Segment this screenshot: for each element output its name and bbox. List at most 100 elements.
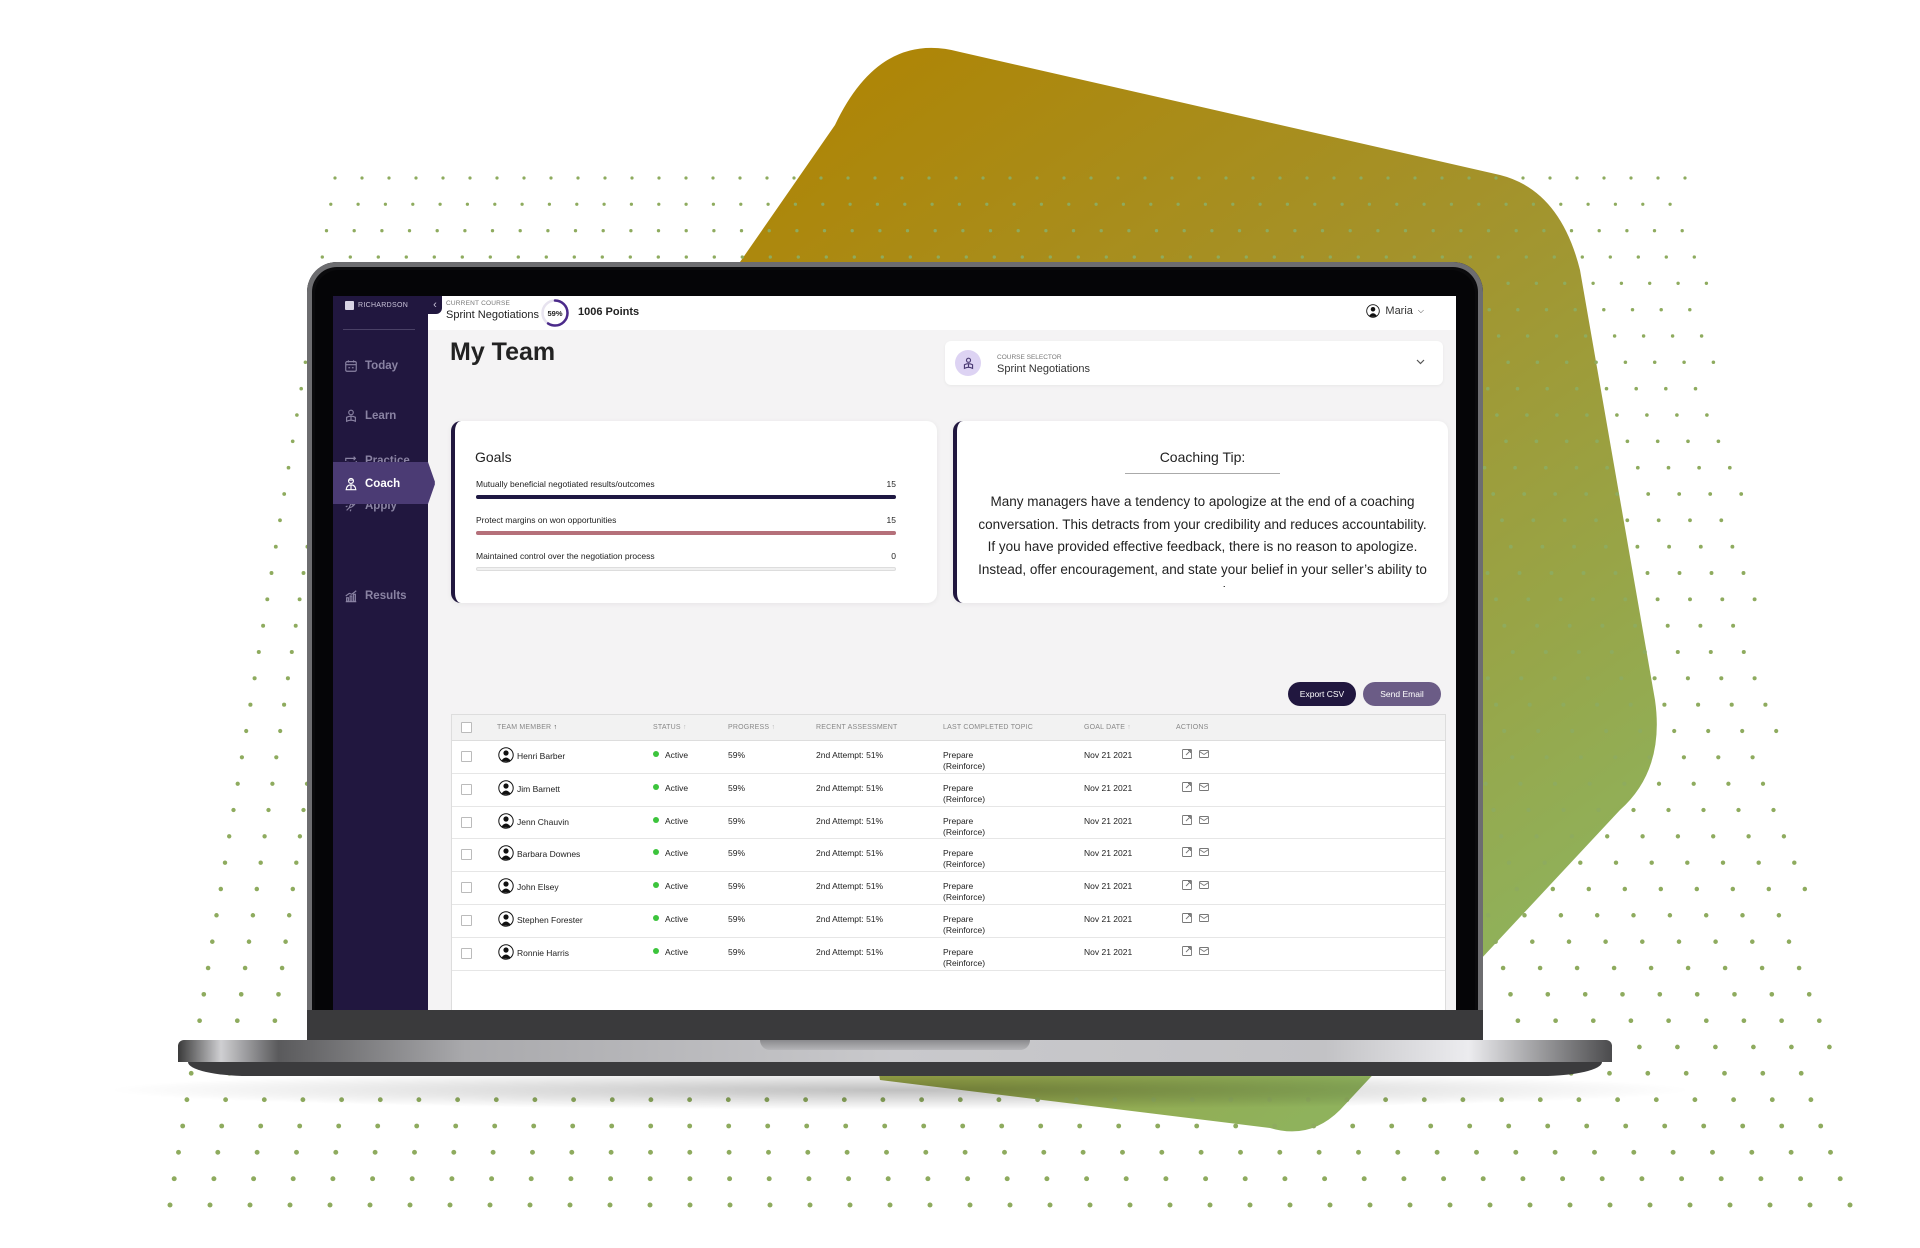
grid-dot [286,465,291,470]
chart-icon [345,590,357,603]
column-header-goal-date[interactable]: GOAL DATE ↑ [1084,724,1131,731]
grid-dot [1552,255,1556,259]
grid-dot [1594,518,1598,523]
grid-dot [573,229,578,233]
open-external-icon[interactable] [1181,846,1193,858]
grid-dot [1047,1202,1053,1208]
email-icon[interactable] [1198,814,1210,826]
grid-dot [1560,1176,1566,1182]
grid-dot [936,255,940,259]
open-external-icon[interactable] [1181,879,1193,891]
row-checkbox[interactable] [461,751,472,762]
team-member-name[interactable]: Henri Barber [517,751,565,762]
row-checkbox[interactable] [461,783,472,795]
open-external-icon[interactable] [1181,814,1193,826]
email-icon[interactable] [1198,879,1210,891]
column-header-progress[interactable]: PROGRESS ↑ [728,724,775,731]
user-menu[interactable]: Maria ⌵ [1366,304,1424,318]
email-icon[interactable] [1198,912,1210,924]
grid-dot [528,1176,534,1182]
grid-dot [684,176,688,180]
progress: 59% [728,782,746,793]
row-checkbox[interactable] [461,816,472,828]
grid-dot [852,255,856,259]
open-external-icon[interactable] [1181,748,1193,760]
grid-dot [1708,492,1713,496]
select-all-checkbox[interactable] [461,722,472,733]
coaching-tip-body: Many managers have a tendency to apologi… [978,494,1427,587]
sidebar-collapse-button[interactable]: ‹ [428,296,442,314]
row-checkbox[interactable] [461,947,472,959]
grid-dot [1645,413,1649,417]
grid-dot [1389,1123,1395,1129]
grid-dot [1675,649,1680,655]
column-header-status[interactable]: STATUS ↑ [653,724,687,731]
column-header-last-completed-topic[interactable]: LAST COMPLETED TOPIC [943,724,1033,731]
grid-dot [1792,860,1797,865]
grid-dot [1730,886,1736,892]
email-icon[interactable] [1198,781,1210,793]
team-member-name[interactable]: Jim Barnett [517,784,560,795]
team-member-name[interactable]: Ronnie Harris [517,948,569,959]
grid-dot [1566,939,1572,944]
grid-dot [1094,202,1098,206]
grid-dot [1553,492,1558,496]
grid-dot [1685,965,1691,971]
email-icon[interactable] [1198,945,1210,957]
grid-dot [289,649,294,655]
sidebar-item-results[interactable]: Results [333,576,428,616]
email-icon[interactable] [1198,846,1210,858]
team-member-name[interactable]: Stephen Forester [517,915,583,926]
grid-dot [1359,176,1363,180]
grid-dot [1685,676,1690,681]
team-member-name[interactable]: John Elsey [517,882,559,893]
grid-dot [1518,781,1523,786]
grid-dot [992,255,996,259]
sidebar-item-today[interactable]: Today [333,346,428,386]
grid-dot [1515,386,1520,391]
page-title: My Team [450,338,556,366]
team-member-name[interactable]: Jenn Chauvin [517,817,569,828]
column-header-recent-assessment[interactable]: RECENT ASSESSMENT [816,724,897,731]
sort-arrow-icon: ↑ [1127,724,1131,731]
grid-dot [765,176,769,180]
grid-dot [1590,1018,1596,1024]
grid-dot [1749,1149,1755,1155]
row-checkbox[interactable] [461,849,472,861]
last-completed-topic: Prepare (Reinforce) [943,815,986,837]
row-checkbox[interactable] [461,915,472,926]
sidebar-item-learn[interactable]: Learn [333,396,428,436]
grid-dot [1675,1044,1680,1050]
laptop-base-bottom [188,1062,1602,1076]
team-member-name[interactable]: Barbara Downes [517,849,580,860]
grid-dot [294,1149,299,1155]
open-external-icon[interactable] [1181,781,1193,793]
points-total: 1006 Points [578,306,640,318]
row-checkbox[interactable] [461,882,472,894]
grid-dot [1278,176,1282,180]
grid-dot [1620,991,1625,997]
progress: 59% [728,848,746,859]
grid-dot [819,176,823,180]
grid-dot [1670,1149,1676,1155]
email-icon[interactable] [1198,748,1210,760]
open-external-icon[interactable] [1181,945,1193,957]
grid-dot [648,1149,653,1155]
grid-dot [962,1149,968,1155]
grid-dot [988,229,993,233]
grid-dot [1740,913,1745,918]
send-email-button[interactable]: Send Email [1363,682,1441,706]
open-external-icon[interactable] [1181,912,1193,924]
export-csv-button[interactable]: Export CSV [1288,682,1356,706]
grid-dot [256,649,261,655]
sidebar-item-coach[interactable]: Coach [333,464,435,504]
grid-dot [1631,807,1636,813]
grid-dot [1613,571,1618,575]
grid-dot [1549,571,1554,575]
grid-dot [1615,492,1620,496]
column-header-team-member[interactable]: TEAM MEMBER ↑ [497,724,557,731]
grid-dot [1491,492,1496,496]
course-selector[interactable]: COURSE SELECTOR Sprint Negotiations [945,341,1443,385]
grid-dot [1622,781,1627,786]
grid-dot [1514,229,1518,233]
